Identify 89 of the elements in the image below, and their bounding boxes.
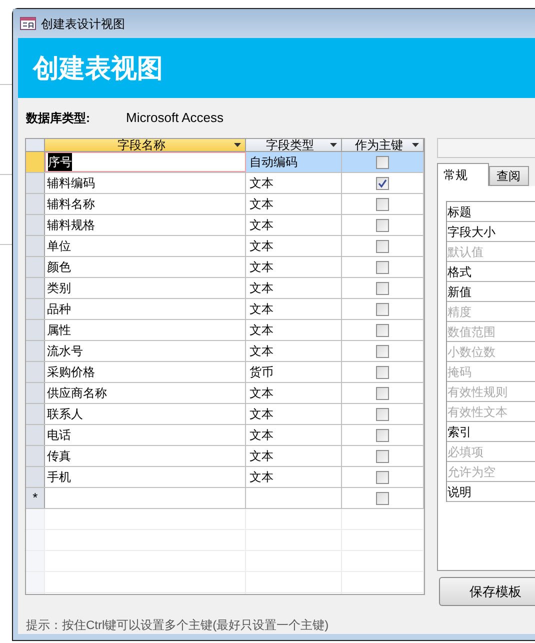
row-selector[interactable] (26, 194, 46, 214)
header-title: 创建表视图 (33, 52, 163, 84)
field-name-cell[interactable]: 流水号 (45, 341, 246, 361)
checkbox[interactable] (376, 156, 389, 168)
checkbox[interactable] (376, 176, 389, 190)
checkbox[interactable] (376, 450, 389, 462)
field-type-cell[interactable]: 文本 (246, 299, 342, 319)
row-selector[interactable] (26, 257, 46, 277)
field-name-cell[interactable]: 类别 (45, 278, 246, 298)
hint-text: 提示：按住Ctrl键可以设置多个主键(最好只设置一个主键) (26, 618, 329, 632)
field-name-cell[interactable]: 序号 (45, 152, 246, 172)
column-header[interactable]: 字段类型 (246, 139, 342, 151)
row-selector[interactable] (26, 173, 46, 193)
checkbox[interactable] (376, 240, 389, 252)
save-template-button[interactable]: 保存模板 (438, 577, 535, 606)
dropdown-caret-icon (234, 143, 242, 147)
checkbox[interactable] (376, 408, 389, 420)
property-item[interactable]: 索引 (446, 422, 535, 442)
row-selector[interactable] (26, 278, 46, 298)
field-type-cell[interactable]: 自动编码 (246, 152, 342, 172)
field-type-cell[interactable]: 文本 (246, 383, 342, 403)
checkbox[interactable] (376, 386, 389, 400)
field-type-cell[interactable]: 文本 (246, 404, 342, 424)
property-item[interactable]: 说明 (446, 482, 535, 502)
field-name-cell[interactable]: 单位 (45, 236, 246, 256)
database-type-label: 数据库类型: (26, 110, 91, 127)
row-selector[interactable] (26, 425, 46, 445)
row-selector[interactable] (26, 320, 46, 340)
table-icon (20, 17, 36, 30)
property-item[interactable]: 标题 (446, 202, 535, 222)
new-row-marker: * (32, 489, 38, 508)
property-item[interactable]: 字段大小 (446, 222, 535, 242)
row-selector[interactable] (26, 215, 46, 235)
checkbox[interactable] (376, 282, 389, 294)
checkbox[interactable] (376, 492, 389, 504)
checkbox[interactable] (376, 302, 389, 316)
row-selector[interactable] (26, 404, 46, 424)
field-type-cell[interactable]: 文本 (246, 236, 342, 256)
field-type-cell[interactable]: 文本 (246, 194, 342, 214)
dropdown-caret-icon (330, 143, 338, 147)
row-selector[interactable] (26, 446, 46, 466)
row-selector[interactable] (26, 236, 46, 256)
row-selector[interactable]: * (26, 488, 46, 508)
tab[interactable]: 常规 (436, 163, 489, 186)
field-name-cell[interactable]: 辅料名称 (45, 194, 246, 214)
row-selector[interactable] (26, 299, 46, 319)
checkbox[interactable] (376, 218, 389, 232)
field-type-cell[interactable]: 文本 (246, 278, 342, 298)
field-name-cell[interactable]: 供应商名称 (45, 383, 246, 403)
field-name-cell[interactable]: 采购价格 (45, 362, 246, 382)
field-name-cell[interactable]: 颜色 (45, 257, 246, 277)
field-name-cell[interactable]: 电话 (45, 425, 246, 445)
field-type-cell[interactable]: 文本 (246, 320, 342, 340)
row-selector[interactable] (26, 383, 46, 403)
field-name-cell[interactable]: 手机 (45, 467, 246, 487)
field-name-cell[interactable]: 属性 (45, 320, 246, 340)
field-name-cell[interactable]: 品种 (45, 299, 246, 319)
row-selector[interactable] (26, 341, 46, 361)
field-type-cell[interactable]: 文本 (246, 341, 342, 361)
checkbox[interactable] (376, 198, 389, 210)
field-type-cell[interactable]: 文本 (246, 446, 342, 466)
dropdown-caret-icon (412, 143, 419, 147)
row-selector[interactable] (26, 152, 46, 172)
window-title: 创建表设计视图 (41, 16, 125, 32)
field-type-cell[interactable]: 文本 (246, 215, 342, 235)
checkbox[interactable] (376, 344, 389, 358)
checkbox[interactable] (376, 260, 389, 274)
field-type-cell[interactable]: 货币 (246, 362, 342, 382)
property-item[interactable]: 新值 (446, 282, 535, 302)
checkmark-icon (378, 178, 387, 188)
database-type-value: Microsoft Access (126, 109, 224, 128)
tab[interactable]: 查阅 (488, 166, 529, 186)
checkbox[interactable] (376, 470, 389, 484)
checkbox[interactable] (376, 366, 389, 378)
property-item[interactable]: 格式 (446, 262, 535, 282)
field-type-cell[interactable]: 文本 (246, 257, 342, 277)
field-type-cell[interactable]: 文本 (246, 173, 342, 193)
row-selector[interactable] (26, 362, 46, 382)
checkbox[interactable] (376, 428, 389, 442)
field-name-cell[interactable]: 联系人 (45, 404, 246, 424)
checkbox[interactable] (376, 324, 389, 336)
column-header[interactable]: 作为主键 (342, 139, 424, 151)
field-type-cell[interactable]: 文本 (246, 467, 342, 487)
field-type-cell[interactable]: 文本 (246, 425, 342, 445)
column-header[interactable]: 字段名称 (45, 139, 246, 151)
row-selector[interactable] (26, 467, 46, 487)
field-name-cell[interactable]: 辅料规格 (45, 215, 246, 235)
field-name-cell[interactable]: 辅料编码 (45, 173, 246, 193)
field-name-cell[interactable]: 传真 (45, 446, 246, 466)
